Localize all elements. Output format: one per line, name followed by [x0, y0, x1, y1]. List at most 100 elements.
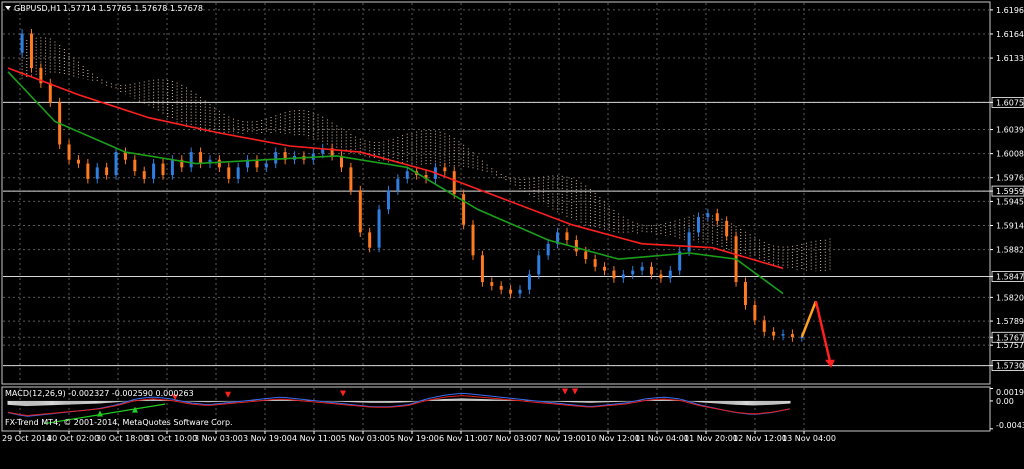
candle-body: [114, 152, 118, 176]
price-tick-label: 1.59590: [996, 187, 1024, 196]
candle-body: [687, 232, 691, 252]
time-tick-label: 12 Nov 12:00: [733, 434, 787, 443]
copyright-text: FX-Trend MT4, © 2001-2014, MetaQuotes So…: [5, 418, 233, 427]
candle-body: [762, 320, 766, 332]
candle-body: [659, 274, 663, 279]
price-tick-label: 1.57308: [996, 362, 1024, 371]
candle-body: [546, 243, 550, 256]
symbol-label: GBPUSD,H1: [14, 4, 61, 13]
candle-body: [217, 159, 221, 168]
candle-body: [76, 159, 80, 164]
candle-body: [227, 167, 231, 179]
candle-body: [48, 83, 52, 103]
time-tick-label: 7 Nov 19:00: [537, 434, 586, 443]
candle-body: [67, 144, 71, 160]
candle-body: [621, 274, 625, 279]
candle-body: [86, 163, 90, 179]
time-tick-label: 3 Nov 19:00: [243, 434, 292, 443]
candle-body: [452, 171, 456, 195]
macd-label: MACD(12,26,9) -0.002327 -0.002590 0.0002…: [5, 389, 194, 398]
candle-body: [368, 232, 372, 248]
candle-body: [264, 163, 268, 168]
candle-body: [142, 171, 146, 179]
candle-body: [565, 232, 569, 241]
candle-body: [123, 152, 127, 160]
candle-body: [706, 213, 710, 218]
time-tick-label: 13 Nov 04:00: [782, 434, 836, 443]
time-tick-label: 11 Nov 04:00: [635, 434, 689, 443]
time-tick-label: 30 Oct 18:00: [96, 434, 148, 443]
candle-body: [29, 33, 33, 68]
candle-body: [574, 240, 578, 252]
candle-body: [518, 289, 522, 294]
candle-body: [753, 305, 757, 321]
candle-body: [490, 282, 494, 286]
price-tick-label: 1.58200: [996, 293, 1024, 302]
price-tick-label: 1.61330: [996, 54, 1024, 63]
candle-body: [612, 270, 616, 279]
time-tick-label: 4 Nov 11:00: [292, 434, 341, 443]
macd-tick-label: 0.00192: [996, 388, 1024, 397]
time-tick-label: 30 Oct 02:00: [47, 434, 99, 443]
candle-body: [386, 190, 390, 210]
candle-body: [20, 33, 24, 53]
candle-body: [593, 259, 597, 267]
candle-body: [640, 266, 644, 271]
candle-body: [443, 167, 447, 172]
price-tick-label: 1.59765: [996, 174, 1024, 183]
time-tick-label: 31 Oct 10:00: [145, 434, 197, 443]
price-tick-label: 1.59455: [996, 197, 1024, 206]
candle-body: [499, 285, 503, 290]
candle-body: [358, 190, 362, 233]
candle-body: [152, 163, 156, 179]
time-tick-label: 11 Nov 20:00: [684, 434, 738, 443]
candle-body: [396, 178, 400, 191]
candle-body: [95, 167, 99, 179]
candle-body: [603, 266, 607, 271]
candle-body: [696, 217, 700, 233]
candle-body: [377, 209, 381, 248]
macd-tick-label: 0.00: [996, 397, 1014, 406]
price-tick-label: 1.59140: [996, 221, 1024, 230]
candle-body: [170, 159, 174, 176]
macd-tick-label: -0.004317: [996, 421, 1024, 430]
candle-body: [199, 152, 203, 164]
price-tick-label: 1.57575: [996, 341, 1024, 350]
time-tick-label: 5 Nov 03:00: [341, 434, 390, 443]
candle-body: [105, 167, 109, 176]
candle-body: [189, 152, 193, 168]
candle-body: [715, 213, 719, 221]
candle-body: [161, 163, 165, 176]
candle-body: [405, 171, 409, 179]
candle-body: [471, 224, 475, 256]
candle-body: [509, 289, 513, 294]
candle-body: [527, 274, 531, 290]
price-tick-label: 1.60750: [996, 98, 1024, 107]
time-tick-label: 3 Nov 03:00: [194, 434, 243, 443]
price-tick-label: 1.60080: [996, 150, 1024, 159]
candle-body: [133, 159, 137, 172]
ohlc-label: 1.57714 1.57765 1.57678 1.57678: [63, 4, 203, 13]
candle-body: [781, 334, 785, 336]
price-tick-label: 1.57890: [996, 317, 1024, 326]
candle-body: [462, 194, 466, 225]
price-tick-label: 1.61960: [996, 6, 1024, 15]
price-tick-label: 1.58825: [996, 246, 1024, 255]
price-chart[interactable]: 1.61960 1.61645 1.61330 1.60750 1.60395 1.600…: [0, 0, 1024, 469]
candle-body: [725, 220, 729, 237]
time-tick-label: 6 Nov 11:00: [439, 434, 488, 443]
time-tick-label: 29 Oct 2014: [2, 434, 51, 443]
candle-body: [790, 334, 794, 338]
candle-body: [772, 331, 776, 336]
price-tick-label: 1.60395: [996, 126, 1024, 135]
candle-body: [584, 251, 588, 260]
candle-body: [349, 167, 353, 191]
candle-body: [537, 255, 541, 275]
price-tick-label: 1.58473: [996, 272, 1024, 281]
candle-body: [668, 270, 672, 279]
candle-body: [480, 255, 484, 283]
time-tick-label: 5 Nov 19:00: [390, 434, 439, 443]
candle-body: [650, 266, 654, 275]
price-tick-label: 1.61645: [996, 30, 1024, 39]
time-tick-label: 7 Nov 03:00: [488, 434, 537, 443]
